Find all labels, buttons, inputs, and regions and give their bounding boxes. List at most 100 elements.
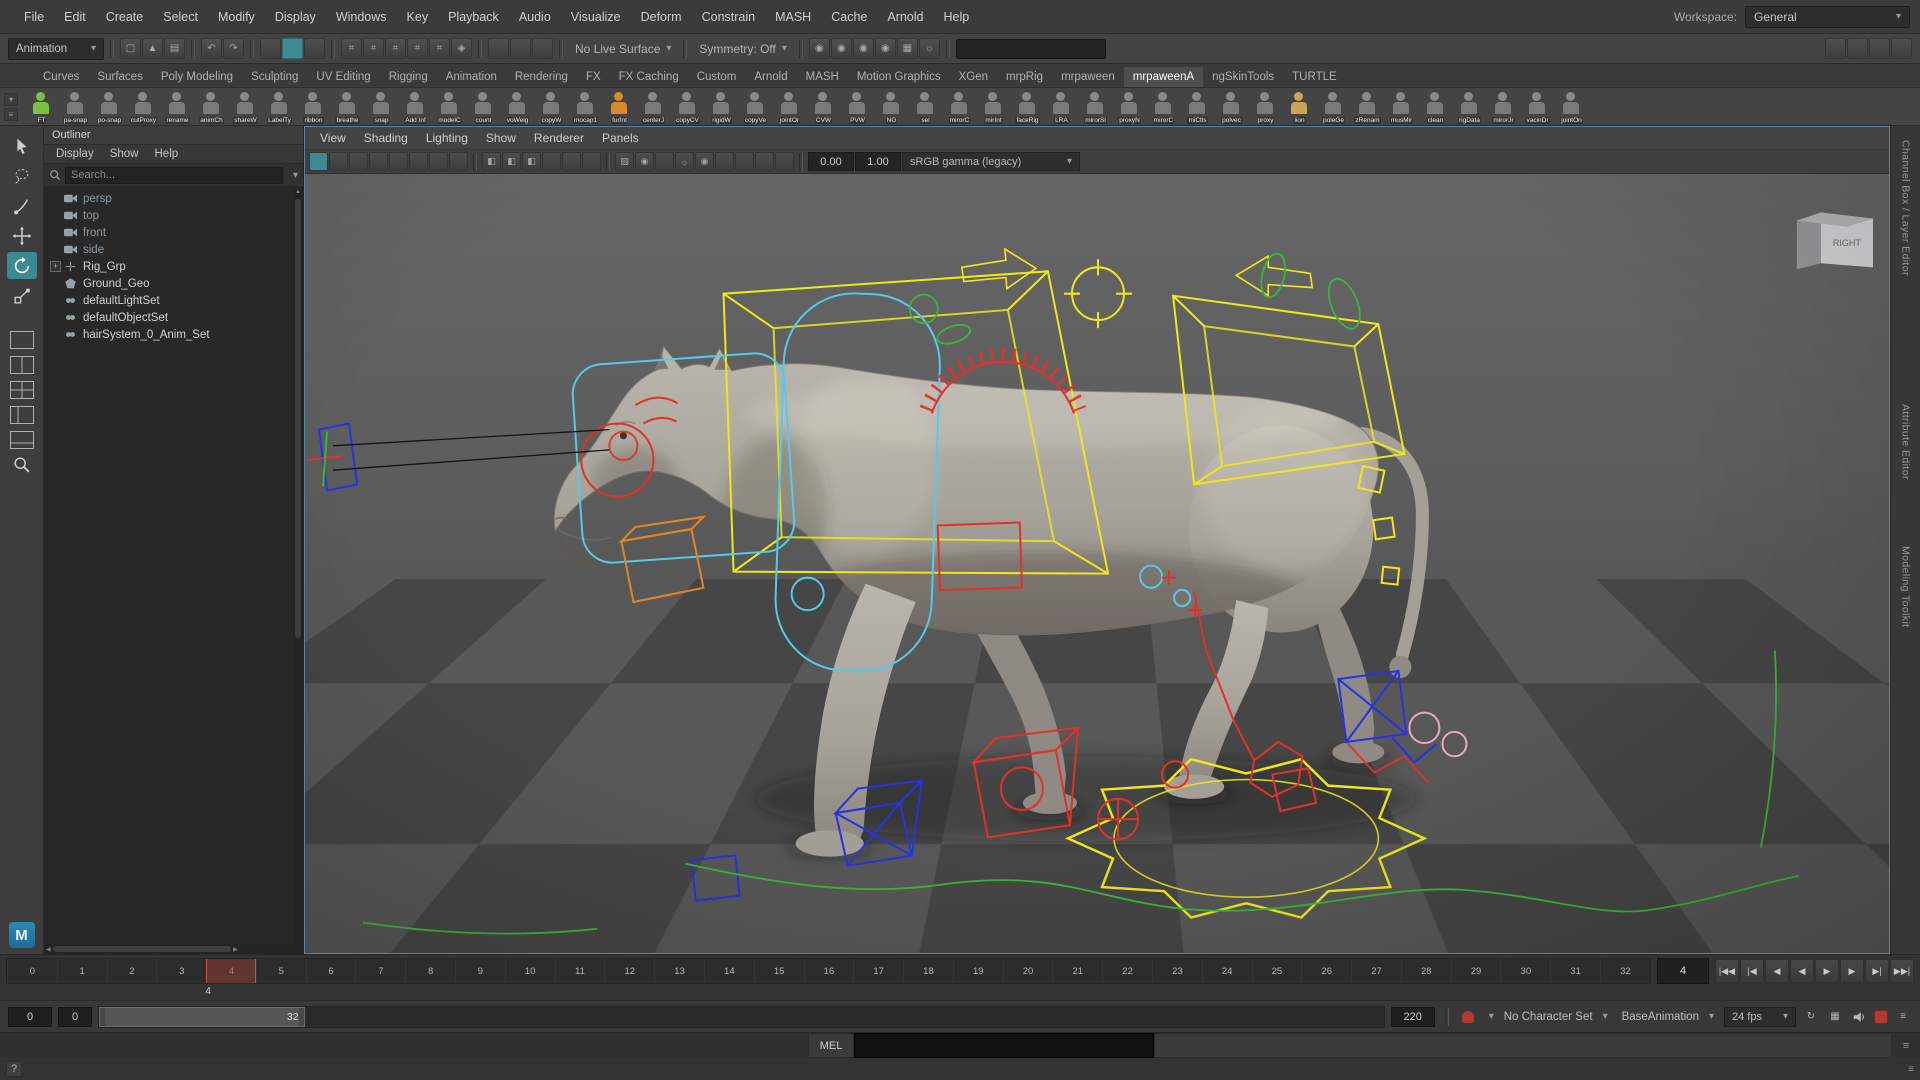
outliner-item-ground-geo[interactable]: Ground_Geo	[44, 275, 293, 292]
command-input[interactable]	[854, 1033, 1154, 1058]
snap-to-projected-center-icon[interactable]: ⌗	[407, 38, 428, 59]
use-all-lights-icon[interactable]: ☼	[675, 152, 694, 171]
render-current-frame-icon[interactable]: ◉	[831, 38, 852, 59]
ipr-render-icon[interactable]: ◉	[853, 38, 874, 59]
shelf-item-mirorc[interactable]: mirorC	[943, 90, 976, 124]
help-icon[interactable]: ?	[6, 1061, 22, 1077]
scroll-left-icon[interactable]: ◀	[46, 946, 51, 953]
current-frame-field[interactable]	[1657, 958, 1709, 984]
shelf-item-snap[interactable]: snap	[365, 90, 398, 124]
step-forward-key-icon[interactable]: ▶|	[1865, 959, 1889, 983]
menu-constrain[interactable]: Constrain	[692, 10, 766, 24]
two-pane-layout[interactable]	[8, 354, 36, 376]
snap-to-grid-icon[interactable]: ⌗	[341, 38, 362, 59]
shelf-item-zrenam[interactable]: zRenam	[1351, 90, 1384, 124]
shelf-item-po-snap[interactable]: po-snap	[93, 90, 126, 124]
timeline-frame-28[interactable]: 28	[1401, 959, 1451, 983]
timeline-frame-8[interactable]: 8	[405, 959, 455, 983]
shelf-item-ribbon[interactable]: ribbon	[297, 90, 330, 124]
lasso-tool[interactable]	[7, 162, 37, 189]
view-cube[interactable]: RIGHT	[1797, 213, 1873, 270]
open-scene-icon[interactable]: ▲	[142, 38, 163, 59]
screen-space-ao-icon[interactable]	[715, 152, 734, 171]
viewport-menu-lighting[interactable]: Lighting	[417, 131, 477, 145]
right-tab-channel-box-layer-editor[interactable]: Channel Box / Layer Editor	[1900, 140, 1912, 276]
select-by-component-icon[interactable]	[304, 38, 325, 59]
outliner-search-input[interactable]	[65, 167, 283, 184]
shelf-item-mictls[interactable]: miCtls	[1181, 90, 1214, 124]
color-space-selector[interactable]: sRGB gamma (legacy) ▾	[902, 152, 1080, 171]
render-settings-icon[interactable]: ◉	[875, 38, 896, 59]
shelf-tab-rigging[interactable]: Rigging	[380, 67, 437, 87]
shelf-item-mirint[interactable]: mirInt	[977, 90, 1010, 124]
shelf-item-jointor[interactable]: jointOr	[773, 90, 806, 124]
shelf-tab-sculpting[interactable]: Sculpting	[242, 67, 307, 87]
scene-overlay[interactable]: RIGHT	[305, 174, 1889, 953]
timeline-frame-16[interactable]: 16	[804, 959, 854, 983]
viewport-menu-shading[interactable]: Shading	[355, 131, 417, 145]
no-live-surface-selector[interactable]: No Live Surface ▾	[569, 42, 677, 56]
scrollbar-thumb[interactable]	[295, 199, 301, 638]
menu-mash[interactable]: MASH	[765, 10, 821, 24]
save-scene-icon[interactable]: ▤	[164, 38, 185, 59]
chevron-down-icon[interactable]: ▾	[1489, 1011, 1494, 1022]
snap-to-curve-icon[interactable]: ⌗	[363, 38, 384, 59]
eye-target-control[interactable]	[307, 430, 609, 487]
range-slider-track[interactable]: 32	[98, 1006, 1385, 1028]
shelf-item-sel[interactable]: sel	[909, 90, 942, 124]
timeline-frame-1[interactable]: 1	[57, 959, 107, 983]
timeline-frame-23[interactable]: 23	[1152, 959, 1202, 983]
two-d-pan-zoom-icon[interactable]	[409, 152, 428, 171]
play-backwards-icon[interactable]: ◀	[1790, 959, 1814, 983]
shelf-tab-turtle[interactable]: TURTLE	[1283, 67, 1346, 87]
menu-audio[interactable]: Audio	[509, 10, 561, 24]
menu-help[interactable]: Help	[934, 10, 980, 24]
menu-visualize[interactable]: Visualize	[561, 10, 631, 24]
show-outliner-icon[interactable]	[1891, 38, 1912, 59]
outliner-item-persp[interactable]: persp	[44, 190, 293, 207]
shelf-item-modelc[interactable]: modelC	[433, 90, 466, 124]
menu-set-selector[interactable]: Animation ▾	[8, 38, 104, 60]
shelf-tab-animation[interactable]: Animation	[437, 67, 506, 87]
timeline-frame-6[interactable]: 6	[306, 959, 356, 983]
shelf-tab-rendering[interactable]: Rendering	[506, 67, 577, 87]
wireframe-icon[interactable]: ▧	[615, 152, 634, 171]
bookmarks-icon[interactable]	[369, 152, 388, 171]
shelf-item-cvw[interactable]: CVW	[807, 90, 840, 124]
play-forwards-icon[interactable]: ▶	[1815, 959, 1839, 983]
snap-to-point-icon[interactable]: ⌗	[385, 38, 406, 59]
step-back-key-icon[interactable]: |◀	[1740, 959, 1764, 983]
timeline-frame-22[interactable]: 22	[1102, 959, 1152, 983]
viewport-3d-scene[interactable]: RIGHT	[305, 174, 1889, 953]
timeline-frame-24[interactable]: 24	[1202, 959, 1252, 983]
show-attribute-editor-icon[interactable]	[1847, 38, 1868, 59]
timeline-frame-10[interactable]: 10	[505, 959, 555, 983]
timeline-frame-14[interactable]: 14	[704, 959, 754, 983]
menu-deform[interactable]: Deform	[631, 10, 692, 24]
shaded-icon[interactable]: ◉	[635, 152, 654, 171]
show-tool-settings-icon[interactable]	[1869, 38, 1890, 59]
timeline-frame-25[interactable]: 25	[1252, 959, 1302, 983]
select-by-object-icon[interactable]	[282, 38, 303, 59]
timeline-frame-2[interactable]: 2	[107, 959, 157, 983]
shelf-item-proxyn[interactable]: proxyN	[1113, 90, 1146, 124]
playback-range-handle[interactable]: 32	[99, 1007, 305, 1027]
timeline-frame-0[interactable]: 0	[7, 959, 57, 983]
zoom-tool[interactable]	[8, 454, 36, 476]
timeline-frame-21[interactable]: 21	[1052, 959, 1102, 983]
rotate-tool[interactable]	[7, 252, 37, 279]
timeline-frame-26[interactable]: 26	[1301, 959, 1351, 983]
outliner-item-side[interactable]: side	[44, 241, 293, 258]
shelf-item-animch[interactable]: animCh	[195, 90, 228, 124]
open-render-view-icon[interactable]: ◉	[809, 38, 830, 59]
safe-title-icon[interactable]	[582, 152, 601, 171]
film-gate-icon[interactable]: ◧	[502, 152, 521, 171]
command-result-area[interactable]	[1154, 1033, 1892, 1058]
shelf-item-jointon[interactable]: jointOn	[1555, 90, 1588, 124]
shelf-item-copyve[interactable]: copyVe	[739, 90, 772, 124]
viewport-menu-view[interactable]: View	[311, 131, 355, 145]
shelf-item-rename[interactable]: rename	[161, 90, 194, 124]
auto-keyframe-toggle[interactable]	[1874, 1010, 1888, 1024]
outliner-item-hairsystem-0-anim-set[interactable]: hairSystem_0_Anim_Set	[44, 326, 293, 343]
shelf-item-breathe[interactable]: breathe	[331, 90, 364, 124]
